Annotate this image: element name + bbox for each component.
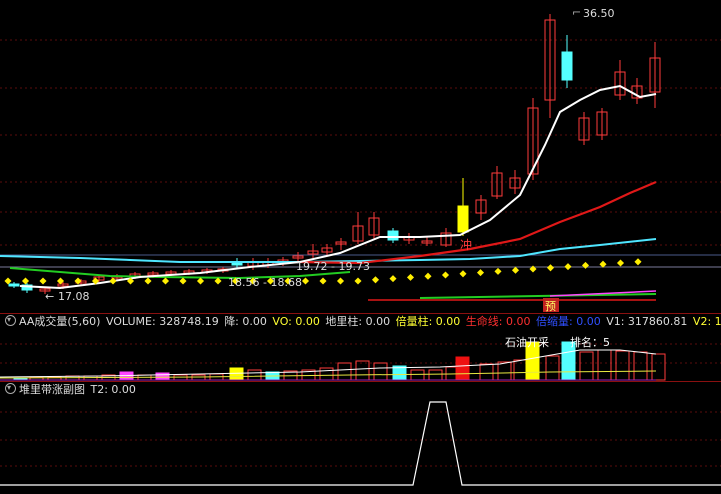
candle-body [8, 283, 20, 287]
volume-bar [597, 349, 612, 381]
signal-dot [441, 271, 450, 279]
price-grid [0, 39, 721, 246]
shengmingxian-value: 生命线: 0.00 [465, 315, 531, 328]
beiliangzhu-value: 倍量柱: 0.00 [395, 315, 461, 328]
volume-bar [410, 369, 425, 381]
sub-chart[interactable] [0, 398, 721, 490]
signal-dot [179, 277, 187, 285]
volume-bar [373, 362, 388, 381]
signal-dot [634, 258, 642, 266]
sector-annotation: 石油开采 [505, 335, 549, 349]
volume-bar [651, 353, 666, 381]
range-label-1: 19.72 - 19.73 [296, 260, 370, 273]
volume-bar [497, 361, 512, 381]
strip-green-line [419, 293, 657, 299]
volume-bar [355, 360, 370, 381]
ma-cyan-line [0, 238, 657, 263]
volume-bar [615, 350, 630, 381]
signal-dot [581, 261, 590, 269]
signal-dot [546, 264, 555, 272]
high-price-label: 36.50 [583, 7, 615, 20]
volume-bar [337, 362, 352, 381]
signal-dot [406, 273, 415, 281]
volume-bar [319, 367, 334, 381]
candlestick-chart[interactable]: ⌐ 36.50 ← 17.08 19.72 - 19.73 18.56 - 18… [0, 0, 721, 313]
signal-dot [371, 276, 380, 284]
volume-chart[interactable]: 石油开采 排名：5 [0, 330, 721, 382]
candle-body [561, 51, 573, 81]
sub-grid [0, 411, 721, 467]
signal-dot [109, 277, 117, 285]
indicator-header: AA成交量(5,60) VOLUME: 328748.19 降: 0.00 VO… [0, 312, 721, 330]
signal-dot [39, 277, 47, 285]
low-price-label: 17.08 [58, 290, 90, 303]
signal-chong: 冲 [460, 237, 472, 252]
signal-dot [476, 269, 485, 277]
dilizhu-value: 地里柱: 0.00 [325, 315, 391, 328]
volume-value: VOLUME: 328748.19 [105, 315, 219, 328]
signal-dot [616, 259, 625, 267]
jiang-value: 降: 0.00 [224, 315, 267, 328]
signal-dot [424, 272, 432, 280]
range-label-2: 18.56 - 18.68 [228, 276, 302, 289]
signal-dot [4, 277, 12, 285]
beisuoliang-value: 倍缩量: 0.00 [536, 315, 601, 328]
volume-pane[interactable]: 石油开采 排名：5 [0, 330, 721, 382]
signal-dot [161, 277, 170, 285]
signal-dot [301, 277, 310, 285]
rank-annotation: 排名：5 [570, 335, 610, 349]
volume-grid [0, 343, 721, 364]
signal-dot [459, 270, 467, 278]
sub-panel-collapse-icon[interactable] [5, 380, 16, 396]
signal-dot [389, 275, 397, 283]
signal-dot [21, 277, 30, 285]
volume-bar [428, 369, 443, 381]
volume-bar [545, 355, 560, 381]
volume-bar [247, 369, 262, 381]
volume-ma-yellow [0, 370, 657, 379]
sub-panel-header: 堆里带涨副图 T2: 0.00 [0, 380, 721, 398]
ma-red-line [299, 180, 657, 265]
volume-bar [455, 356, 470, 381]
signal-dot [564, 263, 572, 271]
volume-bar [229, 367, 244, 381]
ma-white-line [19, 84, 657, 290]
volume-bar [479, 363, 494, 381]
volume-bar [155, 372, 170, 381]
v2-value: V2: 1 [692, 315, 721, 328]
sub-panel-name[interactable]: 堆里带涨副图 [19, 383, 85, 396]
indicator-name[interactable]: AA成交量(5,60) [19, 315, 100, 328]
signal-dot [336, 277, 345, 285]
signal-dot [511, 266, 520, 274]
high-price-arrow: ⌐ [572, 6, 581, 19]
volume-bar [579, 351, 594, 381]
indicator-collapse-icon[interactable] [5, 312, 16, 328]
signal-dot [494, 267, 502, 275]
low-price-arrow: ← [45, 290, 54, 303]
volume-ma-white [0, 349, 657, 378]
volume-bar [633, 351, 648, 381]
candle-body [457, 205, 469, 233]
signal-dot [144, 277, 152, 285]
vo-value: VO: 0.00 [272, 315, 320, 328]
candle-body [387, 230, 399, 241]
t2-line [0, 401, 721, 486]
main-chart-pane[interactable]: ⌐ 36.50 ← 17.08 19.72 - 19.73 18.56 - 18… [0, 0, 721, 313]
sub-pane[interactable] [0, 398, 721, 490]
signal-yu: 预 [545, 300, 556, 313]
v1-value: V1: 317860.81 [606, 315, 688, 328]
signal-dot [354, 277, 362, 285]
signal-dot [319, 277, 327, 285]
t2-value: T2: 0.00 [90, 383, 136, 396]
